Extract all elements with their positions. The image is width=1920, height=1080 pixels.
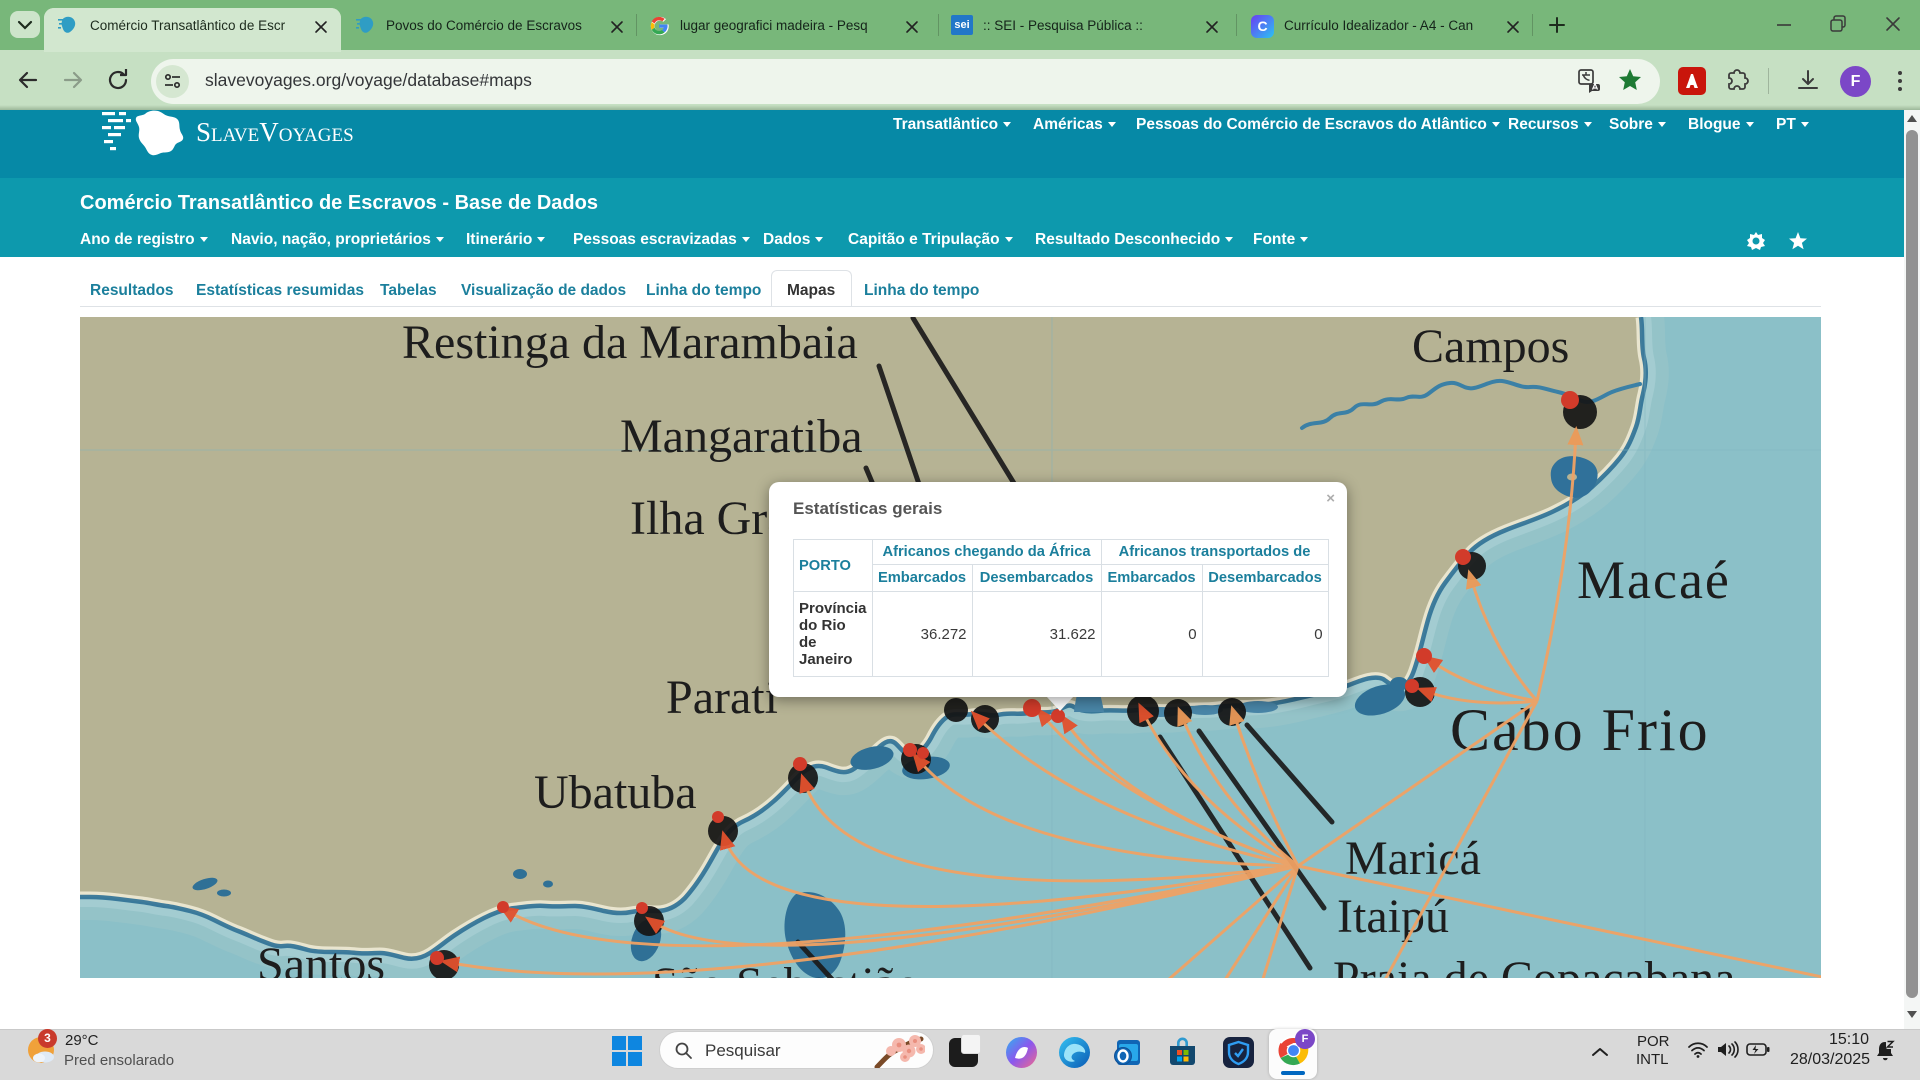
svg-text:Macaé: Macaé <box>1577 550 1731 610</box>
svg-text:Cabo Frio: Cabo Frio <box>1450 697 1710 763</box>
svg-text:Mangaratiba: Mangaratiba <box>620 410 863 463</box>
svg-text:Restinga da Marambaia: Restinga da Marambaia <box>402 317 858 369</box>
svg-text:Santos: Santos <box>257 938 385 978</box>
svg-text:Parati: Parati <box>666 671 778 724</box>
svg-text:Itaipú: Itaipú <box>1337 890 1449 943</box>
svg-text:Ubatuba: Ubatuba <box>534 766 697 819</box>
svg-text:Campos: Campos <box>1412 320 1569 373</box>
